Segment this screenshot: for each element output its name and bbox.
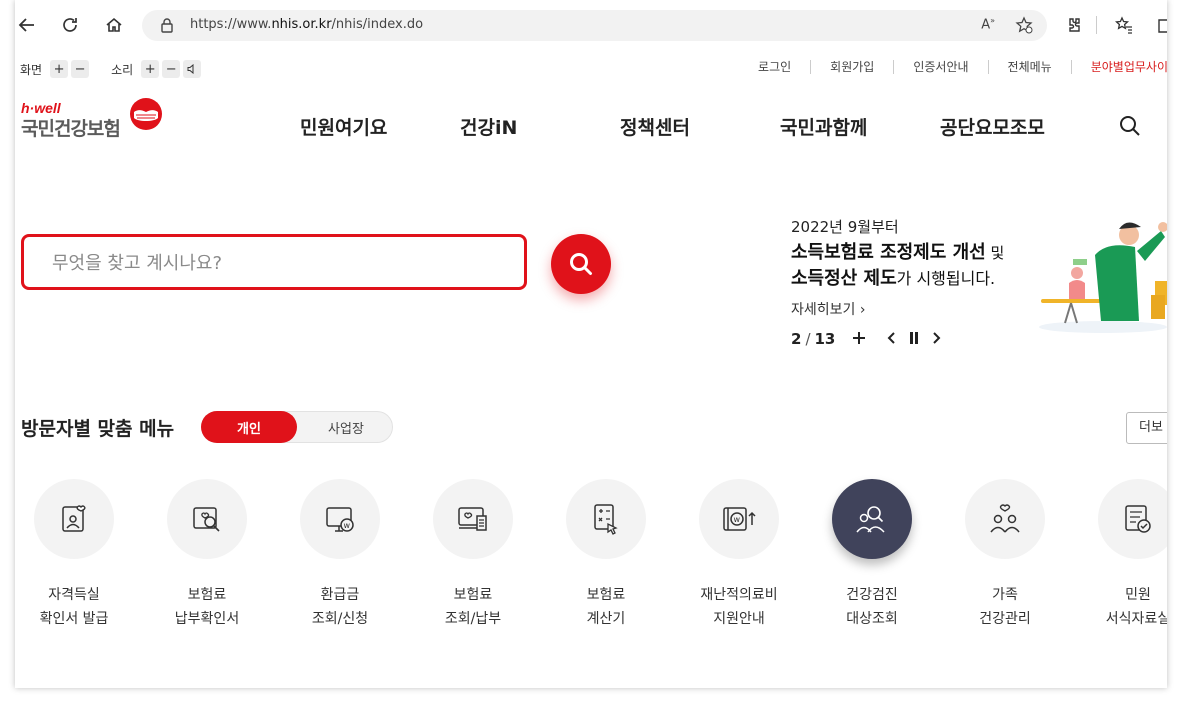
item-label: 건강검진 대상조회 <box>846 587 898 627</box>
menu-item-payment-cert[interactable]: 보험료 납부확인서 <box>142 479 272 631</box>
favorites-icon[interactable] <box>1111 12 1137 38</box>
document-check-icon <box>1098 479 1167 559</box>
lock-icon <box>160 17 174 37</box>
pause-icon[interactable] <box>909 330 919 348</box>
url-domain: nhis.or.kr <box>271 17 332 32</box>
item-label: 환급금 조회/신청 <box>311 587 369 627</box>
menu-item-forms[interactable]: 민원 서식자료실 <box>1073 479 1167 631</box>
menu-item-calculator[interactable]: 보험료 계산기 <box>541 479 671 631</box>
search-icon <box>570 253 592 275</box>
sound-label: 소리 <box>111 62 134 77</box>
site-logo[interactable]: h·well 국민건강보험 <box>21 98 162 141</box>
signup-link[interactable]: 회원가입 <box>810 60 893 74</box>
back-icon[interactable] <box>15 12 40 38</box>
computer-receipt-icon <box>433 479 513 559</box>
visitor-type-toggle: 개인 사업장 <box>201 411 393 443</box>
field-sites-link[interactable]: 분야별업무사이 <box>1070 60 1167 74</box>
zoom-out-button[interactable]: − <box>71 60 90 78</box>
zoom-in-button[interactable]: + <box>50 60 69 78</box>
menu-item-family-health[interactable]: 가족 건강관리 <box>940 479 1070 631</box>
volume-up-button[interactable]: + <box>141 60 160 78</box>
family-heart-icon <box>965 479 1045 559</box>
banner-line1-bold: 소득보험료 조정제도 개선 <box>791 242 986 263</box>
address-bar[interactable]: https://www.nhis.or.kr/nhis/index.do A» <box>142 10 1047 41</box>
tab-business[interactable]: 사업장 <box>298 412 394 442</box>
pager-separator: / <box>805 330 811 348</box>
banner-more-link[interactable]: 자세히보기 › <box>791 299 865 319</box>
collections-icon[interactable] <box>1152 12 1167 38</box>
plus-icon[interactable] <box>853 330 866 348</box>
item-label: 재난적의료비 지원안내 <box>700 587 778 627</box>
menu-item-qualification[interactable]: 자격득실 확인서 발급 <box>15 479 139 631</box>
pager-current: 2 <box>791 330 802 348</box>
item-label: 자격득실 확인서 발급 <box>39 587 109 627</box>
menu-item-premium-pay[interactable]: 보험료 조회/납부 <box>408 479 538 631</box>
speaker-icon[interactable] <box>183 60 202 78</box>
visitor-menu-title: 방문자별 맞춤 메뉴 <box>21 418 175 440</box>
banner-subtitle: 2022년 9월부터 <box>791 218 899 236</box>
refresh-icon[interactable] <box>57 12 83 38</box>
search-input[interactable]: 무엇을 찾고 계시나요? <box>21 234 527 290</box>
search-button[interactable] <box>551 234 611 294</box>
logo-mask-icon <box>130 98 162 130</box>
people-search-icon <box>832 479 912 559</box>
menu-item-refund[interactable]: w 환급금 조회/신청 <box>275 479 405 631</box>
id-card-heart-icon <box>34 479 114 559</box>
more-button[interactable]: 더보 <box>1126 412 1167 444</box>
search-icon[interactable] <box>1119 115 1141 141</box>
url-path: /nhis/index.do <box>331 17 424 32</box>
favorite-add-icon[interactable] <box>1015 16 1033 38</box>
search-heart-icon <box>167 479 247 559</box>
read-aloud-icon[interactable]: A» <box>981 16 995 32</box>
all-menu-link[interactable]: 전체메뉴 <box>987 60 1071 74</box>
banner-illustration <box>1039 222 1167 333</box>
browser-toolbar: https://www.nhis.or.kr/nhis/index.do A» <box>15 0 1167 50</box>
search-placeholder: 무엇을 찾고 계시나요? <box>52 253 223 274</box>
nav-civil-service[interactable]: 민원여기요 <box>300 113 387 140</box>
url-prefix: https://www. <box>190 17 272 32</box>
menu-item-health-checkup[interactable]: 건강검진 대상조회 <box>807 479 937 631</box>
pager-total: 13 <box>814 330 836 348</box>
wallet-won-icon: w <box>699 479 779 559</box>
nav-health-in[interactable]: 건강iN <box>460 113 517 140</box>
prev-icon[interactable] <box>887 330 896 348</box>
extensions-icon[interactable] <box>1060 12 1086 38</box>
url-text: https://www.nhis.or.kr/nhis/index.do <box>190 17 423 32</box>
certificate-guide-link[interactable]: 인증서안내 <box>893 60 987 74</box>
banner-pager: 2 / 13 <box>791 330 941 348</box>
item-label: 민원 서식자료실 <box>1105 587 1167 627</box>
item-label: 보험료 계산기 <box>586 587 626 627</box>
banner-line1-rest: 및 <box>985 244 1005 262</box>
banner-line2-bold: 소득정산 제도 <box>791 268 897 289</box>
home-icon[interactable] <box>101 12 127 38</box>
nav-policy-center[interactable]: 정책센터 <box>620 113 690 140</box>
item-label: 보험료 조회/납부 <box>444 587 502 627</box>
top-links: 로그인 회원가입 인증서안내 전체메뉴 분야별업무사이 <box>739 60 1167 74</box>
banner-line2-rest: 가 시행됩니다. <box>896 269 996 288</box>
svg-text:w: w <box>734 515 741 524</box>
accessibility-controls: 화면 + − 소리 + − <box>20 58 202 80</box>
toolbar-divider <box>1096 16 1097 34</box>
item-label: 가족 건강관리 <box>979 587 1031 627</box>
login-link[interactable]: 로그인 <box>739 60 810 74</box>
nav-about-nhis[interactable]: 공단요모조모 <box>940 113 1045 140</box>
nav-with-people[interactable]: 국민과함께 <box>780 113 867 140</box>
volume-down-button[interactable]: − <box>162 60 181 78</box>
logo-text: 국민건강보험 <box>21 118 121 140</box>
next-icon[interactable] <box>933 330 941 348</box>
item-label: 보험료 납부확인서 <box>174 587 240 627</box>
tab-personal[interactable]: 개인 <box>201 411 297 443</box>
screen-zoom-label: 화면 <box>20 62 43 77</box>
browser-window: https://www.nhis.or.kr/nhis/index.do A» … <box>15 0 1167 688</box>
menu-item-disaster-medical[interactable]: w 재난적의료비 지원안내 <box>674 479 804 631</box>
monitor-won-icon: w <box>300 479 380 559</box>
calculator-icon <box>566 479 646 559</box>
banner-headline: 소득보험료 조정제도 개선 및 소득정산 제도가 시행됩니다. <box>791 240 1004 292</box>
svg-text:w: w <box>344 521 351 530</box>
